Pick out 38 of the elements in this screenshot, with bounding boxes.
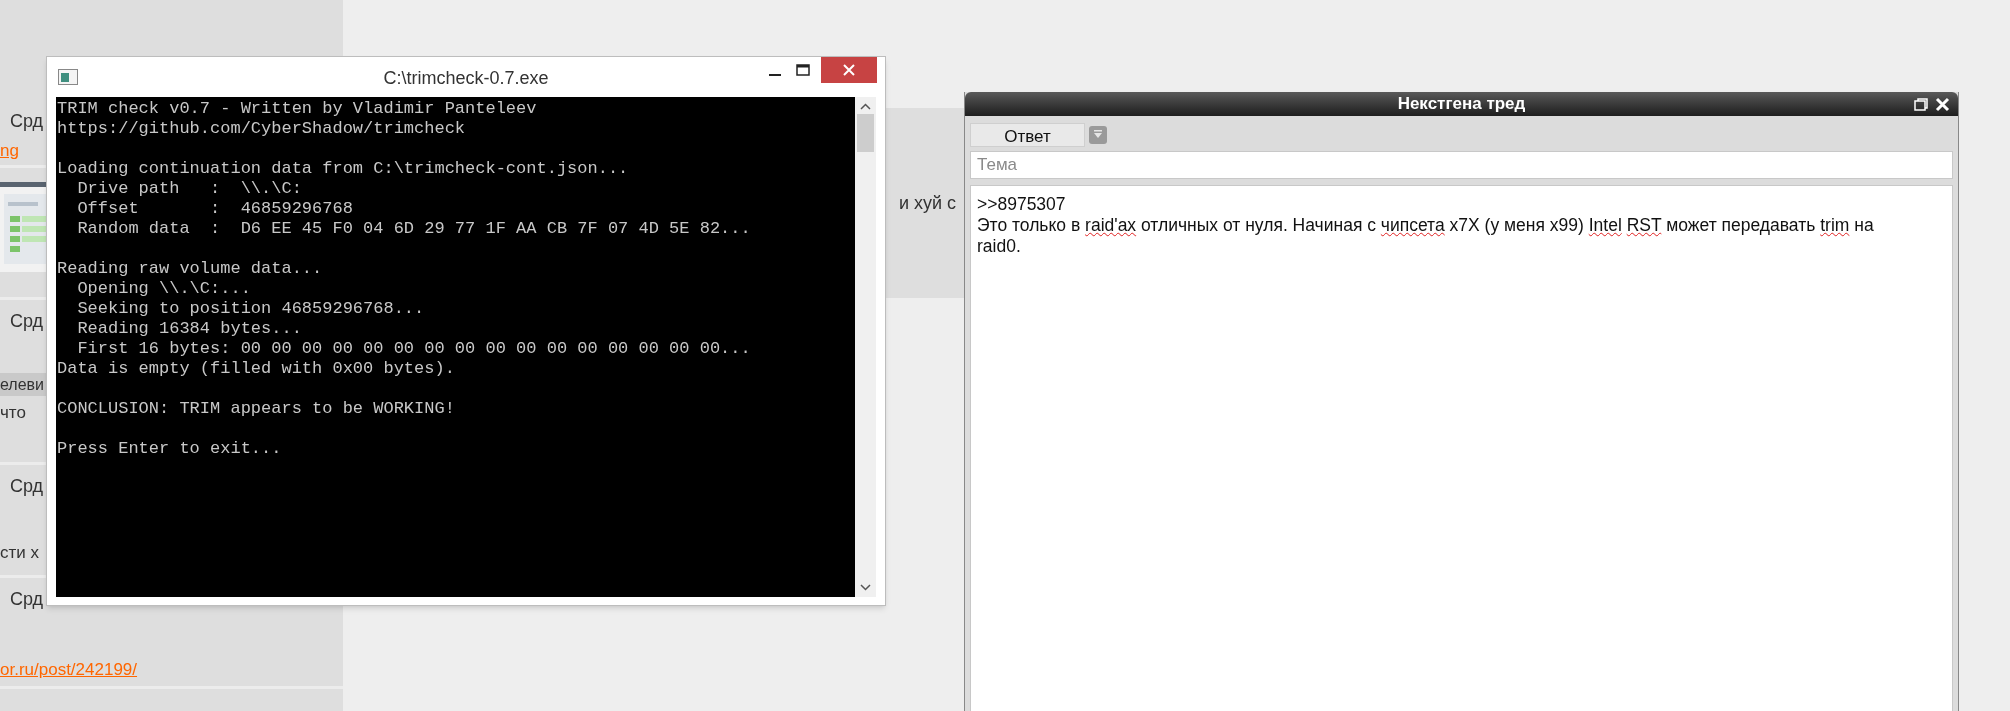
console-line: Press Enter to exit... xyxy=(57,439,282,459)
scrollbar[interactable] xyxy=(855,97,876,597)
console-line: Reading raw volume data... xyxy=(57,259,323,279)
dialog-title: Некстгена тред xyxy=(1397,93,1526,116)
window-title: C:\trimcheck-0.7.exe xyxy=(383,67,549,90)
maximize-icon xyxy=(796,64,810,76)
console-line: Offset : 46859296768 xyxy=(76,199,353,219)
console-line: Loading continuation data from C:\trimcheck-cont.json... xyxy=(57,159,629,179)
minimize-icon xyxy=(769,73,781,76)
post-text: сти х xyxy=(0,542,39,564)
post-date: Срд xyxy=(9,475,44,498)
console-line: https://github.com/CyberShadow/trimcheck xyxy=(57,119,466,139)
console-line: Drive path : \\.\C: xyxy=(76,179,302,199)
console-line: Opening \\.\C:... xyxy=(76,279,251,299)
console-line: First 16 bytes: 00 00 00 00 00 00 00 00 00 00 00 00 00 00 00 00... xyxy=(76,339,751,359)
post-date: Срд xyxy=(9,110,44,133)
post-text: и хуй с xyxy=(898,191,956,215)
scroll-down-icon[interactable] xyxy=(860,584,871,591)
restore-icon[interactable] xyxy=(1914,98,1928,111)
close-icon xyxy=(843,64,855,76)
console-line: Seeking to position 46859296768... xyxy=(76,299,425,319)
post-heading: елеви xyxy=(0,373,46,396)
console-line: CONCLUSION: TRIM appears to be WORKING! xyxy=(57,399,455,419)
close-button[interactable] xyxy=(821,57,877,83)
console-line: Reading 16384 bytes... xyxy=(76,319,302,339)
scroll-up-icon[interactable] xyxy=(860,103,871,110)
scroll-thumb[interactable] xyxy=(857,114,874,152)
subject-field[interactable]: Тема xyxy=(970,151,1953,179)
post-text: что xyxy=(0,402,26,424)
post-date: Срд xyxy=(9,310,44,333)
console-icon xyxy=(58,69,78,85)
post-date: Срд xyxy=(9,588,44,611)
console-line: TRIM check v0.7 - Written by Vladimir Panteleev xyxy=(57,99,537,119)
reply-button[interactable]: Ответ xyxy=(970,123,1085,147)
message-field[interactable]: >>8975307 Это только в raid'ax отличных от нуля. Начиная с чипсета x7X (у меня x99) Intel RST может передавать trim на raid0. xyxy=(970,185,1953,711)
console-line: Random data : D6 EE 45 F0 04 6D 29 77 1F AA CB 7F 07 4D 5E 82... xyxy=(76,219,751,239)
console-line: Data is empty (filled with 0x00 bytes). xyxy=(57,359,455,379)
close-icon[interactable] xyxy=(1935,97,1950,112)
